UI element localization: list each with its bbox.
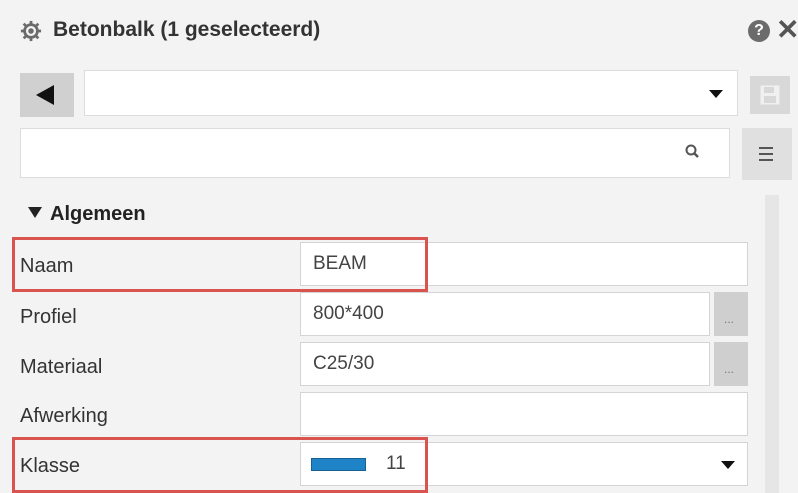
settings-combo[interactable] [84,70,738,116]
menu-icon-line [759,147,773,149]
menu-button[interactable] [742,128,792,180]
panel-title: Betonbalk (1 geselecteerd) [53,18,321,41]
help-icon[interactable]: ? [748,20,770,42]
highlight-box-naam [12,237,428,292]
gear-icon[interactable] [20,20,42,42]
chevron-down-icon[interactable] [721,461,735,469]
property-label-profiel: Profiel [20,306,77,328]
close-icon[interactable]: ✕ [776,16,798,44]
save-button[interactable] [750,76,790,114]
save-icon [760,85,780,105]
property-label-afwerking: Afwerking [20,405,108,427]
arrow-left-icon [36,85,54,105]
back-button[interactable] [20,73,74,117]
property-value-profiel[interactable]: 800*400 [300,292,710,336]
materiaal-value: C25/30 [313,353,375,374]
property-label-materiaal: Materiaal [20,356,103,378]
panel-header: Betonbalk (1 geselecteerd) ? ✕ [0,0,798,62]
scrollbar[interactable] [765,195,779,493]
chevron-down-icon[interactable] [709,90,723,98]
highlight-box-klasse [12,437,428,493]
profiel-browse-button[interactable]: ... [714,292,748,336]
property-value-afwerking[interactable] [300,392,748,436]
property-value-materiaal[interactable]: C25/30 [300,342,710,386]
menu-icon-line [759,159,773,161]
materiaal-browse-button[interactable]: ... [714,342,748,386]
search-input[interactable] [20,128,730,178]
collapse-triangle-icon [28,207,42,218]
group-header-algemeen[interactable]: Algemeen [28,203,146,226]
profiel-value: 800*400 [313,303,384,324]
ellipsis-icon: ... [724,312,735,326]
ellipsis-icon: ... [724,362,735,376]
group-title: Algemeen [50,203,146,225]
menu-icon-line [759,153,773,155]
search-icon[interactable] [684,143,702,161]
